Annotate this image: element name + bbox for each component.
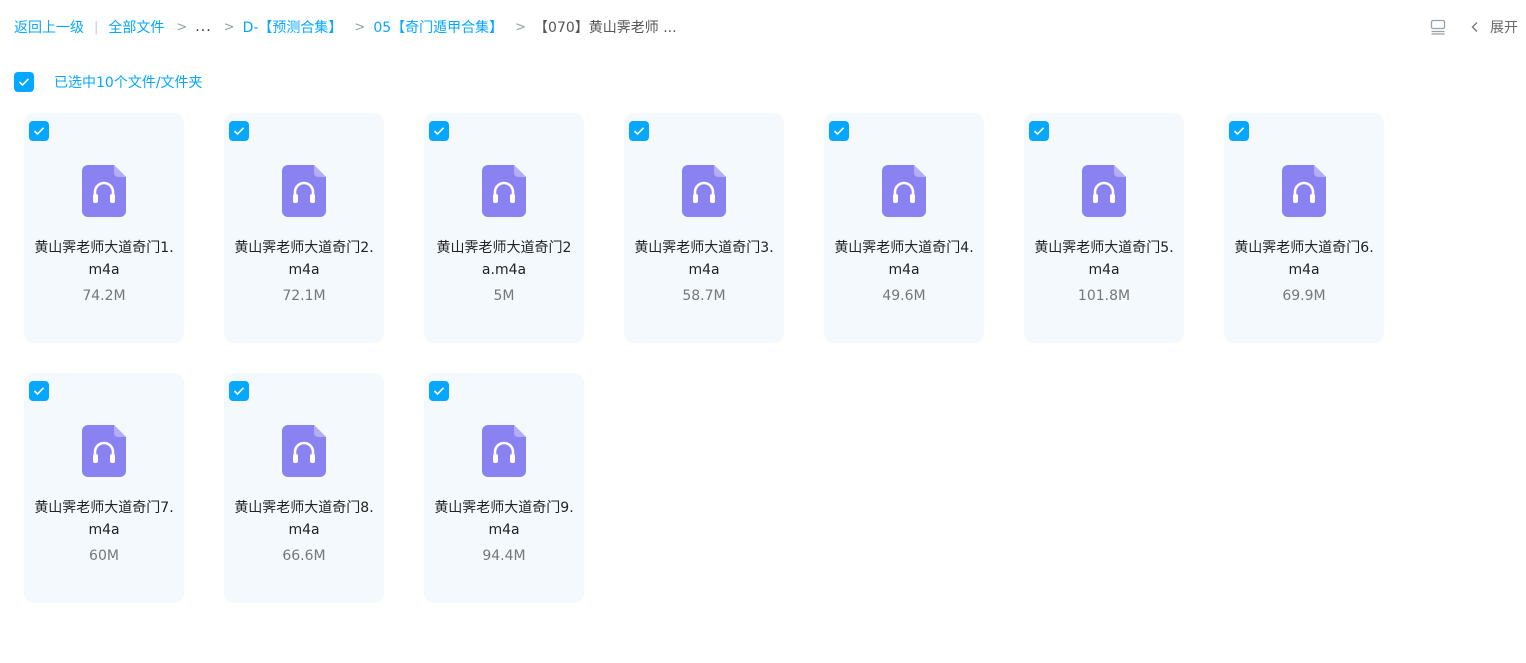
file-name: 黄山霁老师大道奇门8.m4a xyxy=(234,500,374,538)
chevron-right-icon: > xyxy=(176,19,188,35)
file-card[interactable]: 黄山霁老师大道奇门9.m4a 94.4M xyxy=(424,373,584,603)
selection-count: 已选中10个文件/文件夹 xyxy=(54,75,203,91)
breadcrumb-divider: | xyxy=(94,19,99,35)
breadcrumb-ellipsis[interactable]: ... xyxy=(195,19,211,35)
checkmark-icon xyxy=(1033,127,1045,136)
file-checkbox[interactable] xyxy=(629,121,649,141)
chevron-right-icon: > xyxy=(223,19,235,35)
file-checkbox[interactable] xyxy=(429,121,449,141)
file-card[interactable]: 黄山霁老师大道奇门2a.m4a 5M xyxy=(424,113,584,343)
file-checkbox[interactable] xyxy=(229,121,249,141)
audio-file-icon xyxy=(882,165,926,217)
file-checkbox[interactable] xyxy=(29,381,49,401)
file-card[interactable]: 黄山霁老师大道奇门4.m4a 49.6M xyxy=(824,113,984,343)
file-size: 66.6M xyxy=(282,548,326,564)
file-card[interactable]: 黄山霁老师大道奇门8.m4a 66.6M xyxy=(224,373,384,603)
file-checkbox[interactable] xyxy=(829,121,849,141)
file-card[interactable]: 黄山霁老师大道奇门5.m4a 101.8M xyxy=(1024,113,1184,343)
checkmark-icon xyxy=(433,127,445,136)
select-all[interactable]: 已选中10个文件/文件夹 xyxy=(14,72,203,92)
checkmark-icon xyxy=(18,78,30,87)
file-checkbox[interactable] xyxy=(229,381,249,401)
breadcrumb: 返回上一级 | 全部文件 > ... > D-【预测合集】 > 05【奇门遁甲合… xyxy=(14,15,677,39)
audio-file-icon xyxy=(82,425,126,477)
file-name: 黄山霁老师大道奇门3.m4a xyxy=(634,240,774,278)
checkmark-icon xyxy=(33,127,45,136)
file-size: 49.6M xyxy=(882,288,926,304)
chevron-left-icon xyxy=(1471,22,1478,32)
file-grid: 黄山霁老师大道奇门1.m4a 74.2M 黄山霁老师大道奇门2.m4a 72.1… xyxy=(24,113,1404,603)
audio-file-icon xyxy=(682,165,726,217)
file-size: 101.8M xyxy=(1077,288,1131,304)
chevron-right-icon: > xyxy=(354,19,366,35)
file-size: 69.9M xyxy=(1282,288,1326,304)
file-checkbox[interactable] xyxy=(29,121,49,141)
file-size: 60M xyxy=(89,548,119,564)
file-card[interactable]: 黄山霁老师大道奇门3.m4a 58.7M xyxy=(624,113,784,343)
file-name: 黄山霁老师大道奇门6.m4a xyxy=(1234,240,1374,278)
file-size: 72.1M xyxy=(282,288,326,304)
checkmark-icon xyxy=(633,127,645,136)
file-name: 黄山霁老师大道奇门2a.m4a xyxy=(436,240,572,278)
audio-file-icon xyxy=(482,165,526,217)
file-size: 58.7M xyxy=(682,288,726,304)
file-card[interactable]: 黄山霁老师大道奇门2.m4a 72.1M xyxy=(224,113,384,343)
audio-file-icon xyxy=(282,425,326,477)
audio-file-icon xyxy=(282,165,326,217)
checkmark-icon xyxy=(833,127,845,136)
audio-file-icon xyxy=(1082,165,1126,217)
file-checkbox[interactable] xyxy=(1029,121,1049,141)
audio-file-icon xyxy=(82,165,126,217)
checkmark-icon xyxy=(233,387,245,396)
file-size: 94.4M xyxy=(482,548,526,564)
breadcrumb-level2[interactable]: 05【奇门遁甲合集】 xyxy=(373,17,503,37)
list-view-icon xyxy=(1430,19,1446,35)
file-checkbox[interactable] xyxy=(1229,121,1249,141)
select-all-checkbox[interactable] xyxy=(14,72,34,92)
breadcrumb-all-files[interactable]: 全部文件 xyxy=(108,17,164,37)
file-checkbox[interactable] xyxy=(429,381,449,401)
file-size: 5M xyxy=(493,288,515,304)
checkmark-icon xyxy=(233,127,245,136)
checkmark-icon xyxy=(433,387,445,396)
audio-file-icon xyxy=(1282,165,1326,217)
audio-file-icon xyxy=(482,425,526,477)
file-card[interactable]: 黄山霁老师大道奇门1.m4a 74.2M xyxy=(24,113,184,343)
file-name: 黄山霁老师大道奇门7.m4a xyxy=(34,500,174,538)
file-name: 黄山霁老师大道奇门1.m4a xyxy=(34,240,174,278)
view-toggle-button[interactable] xyxy=(1428,17,1448,37)
file-name: 黄山霁老师大道奇门4.m4a xyxy=(834,240,974,278)
file-card[interactable]: 黄山霁老师大道奇门6.m4a 69.9M xyxy=(1224,113,1384,343)
view-controls: 展开 xyxy=(1428,15,1518,39)
file-name: 黄山霁老师大道奇门9.m4a xyxy=(434,500,574,538)
checkmark-icon xyxy=(33,387,45,396)
file-size: 74.2M xyxy=(82,288,126,304)
back-link[interactable]: 返回上一级 xyxy=(14,17,84,37)
file-card[interactable]: 黄山霁老师大道奇门7.m4a 60M xyxy=(24,373,184,603)
chevron-right-icon: > xyxy=(515,19,527,35)
breadcrumb-level1[interactable]: D-【预测合集】 xyxy=(243,17,343,37)
checkmark-icon xyxy=(1233,127,1245,136)
expand-label: 展开 xyxy=(1490,20,1518,36)
breadcrumb-current: 【070】黄山霁老师 ... xyxy=(534,20,677,36)
file-name: 黄山霁老师大道奇门5.m4a xyxy=(1034,240,1174,278)
file-name: 黄山霁老师大道奇门2.m4a xyxy=(234,240,374,278)
expand-button[interactable]: 展开 xyxy=(1470,17,1518,37)
